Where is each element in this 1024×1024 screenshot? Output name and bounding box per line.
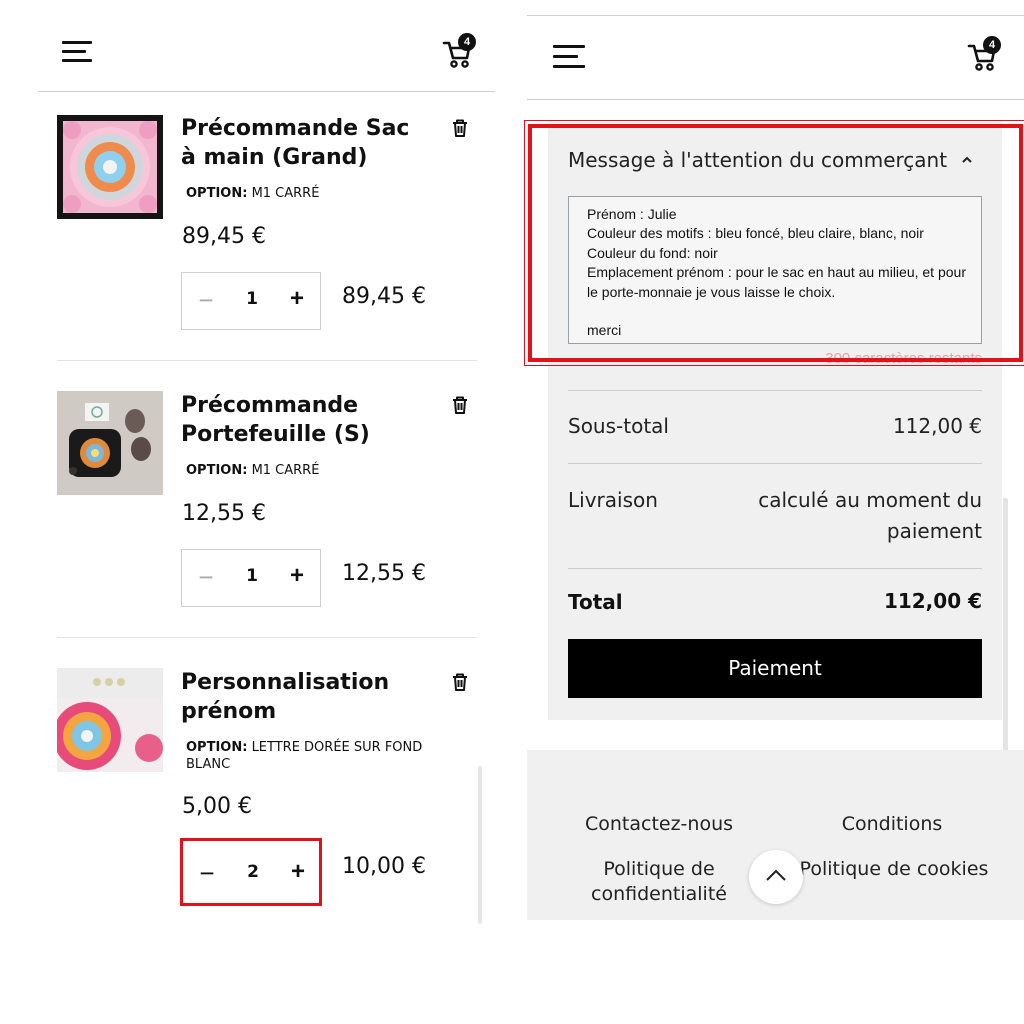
option-label: OPTION: [186, 740, 248, 755]
summary-divider [568, 568, 982, 569]
menu-icon[interactable] [62, 41, 92, 63]
footer-link-conditions[interactable]: Conditions [807, 812, 977, 837]
footer-link-privacy[interactable]: Politique de confidentialité [567, 857, 751, 907]
quantity-value[interactable]: 1 [238, 566, 266, 586]
subtotal-label: Sous-total [568, 414, 669, 438]
increase-quantity-button[interactable]: + [287, 858, 309, 886]
product-title[interactable]: Précommande Sac à main (Grand) [181, 114, 431, 172]
item-divider [57, 637, 477, 638]
decrease-quantity-button[interactable]: − [196, 564, 216, 590]
increase-quantity-button[interactable]: + [286, 285, 308, 313]
cart-page-left: 4 Précommande Sac à main (Grand) OPTION:… [0, 0, 500, 1024]
quantity-value[interactable]: 2 [239, 862, 267, 882]
quantity-stepper: − 1 + [181, 272, 321, 330]
subtotal-value: 112,00 € [892, 414, 982, 438]
line-total: 10,00 € [342, 854, 426, 879]
cart-count-badge: 4 [458, 33, 476, 51]
scroll-top-icon [766, 869, 786, 881]
trash-icon[interactable] [449, 394, 471, 416]
scrollbar[interactable] [478, 766, 482, 924]
header-divider [38, 91, 495, 92]
product-image-crochet-square[interactable] [57, 115, 163, 219]
trash-icon[interactable] [449, 671, 471, 693]
unit-price: 12,55 € [182, 501, 266, 526]
shipping-value-line1: calculé au moment du [758, 488, 982, 512]
cart-page-right: 4 Message à l'attention du commerçant Pr… [524, 0, 1024, 1024]
product-title[interactable]: Personnalisation prénom [181, 668, 431, 726]
cart-count-badge: 4 [983, 36, 1001, 54]
shipping-value-line2: paiement [886, 519, 982, 543]
privacy-line2: confidentialité [591, 883, 727, 905]
shipping-label: Livraison [568, 488, 658, 512]
line-total: 89,45 € [342, 284, 426, 309]
quantity-stepper: − 2 + [180, 838, 322, 906]
privacy-line1: Politique de [603, 858, 715, 880]
product-option: OPTION: M1 CARRÉ [186, 185, 446, 202]
option-value: M1 CARRÉ [251, 186, 320, 201]
decrease-quantity-button[interactable]: − [196, 287, 216, 313]
footer-link-contact[interactable]: Contactez-nous [567, 812, 751, 837]
increase-quantity-button[interactable]: + [286, 562, 308, 590]
product-image-wallet[interactable] [57, 391, 163, 495]
cart-item: Précommande Portefeuille (S) OPTION: M1 … [57, 389, 477, 629]
product-image-name-letters[interactable] [57, 668, 163, 772]
quantity-stepper: − 1 + [181, 549, 321, 607]
summary-divider [568, 463, 982, 464]
unit-price: 5,00 € [182, 794, 252, 819]
highlight-box [524, 120, 1024, 366]
cart-icon[interactable]: 4 [966, 36, 1001, 73]
menu-icon[interactable] [553, 45, 585, 69]
cart-item: Personnalisation prénom OPTION: LETTRE D… [57, 666, 477, 916]
item-divider [57, 360, 477, 361]
cart-item: Précommande Sac à main (Grand) OPTION: M… [57, 112, 477, 352]
product-option: OPTION: LETTRE DORÉE SUR FOND BLANC [186, 739, 446, 773]
total-label: Total [568, 590, 623, 614]
decrease-quantity-button[interactable]: − [197, 860, 217, 886]
product-option: OPTION: M1 CARRÉ [186, 462, 446, 479]
summary-divider [568, 390, 982, 391]
scroll-top-button[interactable] [749, 850, 803, 904]
product-title[interactable]: Précommande Portefeuille (S) [181, 391, 431, 449]
header-divider [527, 99, 1024, 100]
checkout-button[interactable]: Paiement [568, 639, 982, 698]
top-divider [527, 15, 1024, 16]
line-total: 12,55 € [342, 561, 426, 586]
trash-icon[interactable] [449, 117, 471, 139]
footer-link-cookies[interactable]: Politique de cookies [789, 857, 999, 882]
option-value: M1 CARRÉ [251, 463, 320, 478]
cart-icon[interactable]: 4 [441, 33, 476, 70]
quantity-value[interactable]: 1 [238, 289, 266, 309]
unit-price: 89,45 € [182, 224, 266, 249]
total-value: 112,00 € [883, 589, 982, 613]
option-label: OPTION: [186, 463, 248, 478]
option-label: OPTION: [186, 186, 248, 201]
